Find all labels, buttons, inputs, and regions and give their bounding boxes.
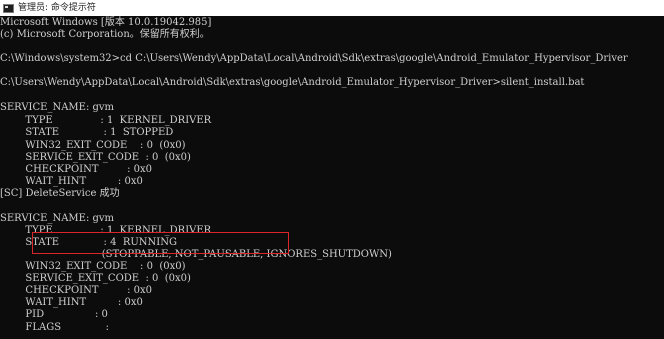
window-title: 管理员: 命令提示符: [18, 3, 96, 13]
console-line: C:\Windows\system32>cd C:\Users\Wendy\Ap…: [0, 53, 628, 64]
console-line: SERVICE_EXIT_CODE : 0 (0x0): [0, 152, 191, 163]
console-line: SERVICE_EXIT_CODE : 0 (0x0): [0, 273, 191, 284]
title-bar[interactable]: 管理员: 命令提示符: [0, 0, 664, 16]
console-line: CHECKPOINT : 0x0: [0, 285, 153, 296]
console-line: [SC] DeleteService 成功: [0, 188, 120, 199]
console-line: (STOPPABLE, NOT_PAUSABLE, IGNORES_SHUTDO…: [0, 249, 392, 260]
console-line: STATE : 4 RUNNING: [0, 237, 177, 248]
console-output[interactable]: Microsoft Windows [版本 10.0.19042.985] (c)…: [0, 16, 664, 339]
console-line: SERVICE_NAME: gvm: [0, 102, 115, 113]
console-line: PID : 0: [0, 309, 108, 320]
cmd-icon: [3, 3, 14, 13]
console-line: WIN32_EXIT_CODE : 0 (0x0): [0, 261, 186, 272]
console-line: TYPE : 1 KERNEL_DRIVER: [0, 115, 212, 126]
command-prompt-window: 管理员: 命令提示符 Microsoft Windows [版本 10.0.19…: [0, 0, 664, 339]
console-line: (c) Microsoft Corporation。保留所有权利。: [0, 29, 210, 40]
console-line: SERVICE_NAME: gvm: [0, 213, 115, 224]
console-line: TYPE : 1 KERNEL_DRIVER: [0, 225, 212, 236]
console-line: WIN32_EXIT_CODE : 0 (0x0): [0, 140, 186, 151]
console-line: WAIT_HINT : 0x0: [0, 297, 143, 308]
console-line: STATE : 1 STOPPED: [0, 127, 174, 138]
console-line: C:\Users\Wendy\AppData\Local\Android\Sdk…: [0, 77, 585, 88]
console-line: CHECKPOINT : 0x0: [0, 164, 153, 175]
console-line: FLAGS :: [0, 322, 109, 333]
console-line: Microsoft Windows [版本 10.0.19042.985]: [0, 17, 212, 28]
console-line: WAIT_HINT : 0x0: [0, 176, 143, 187]
